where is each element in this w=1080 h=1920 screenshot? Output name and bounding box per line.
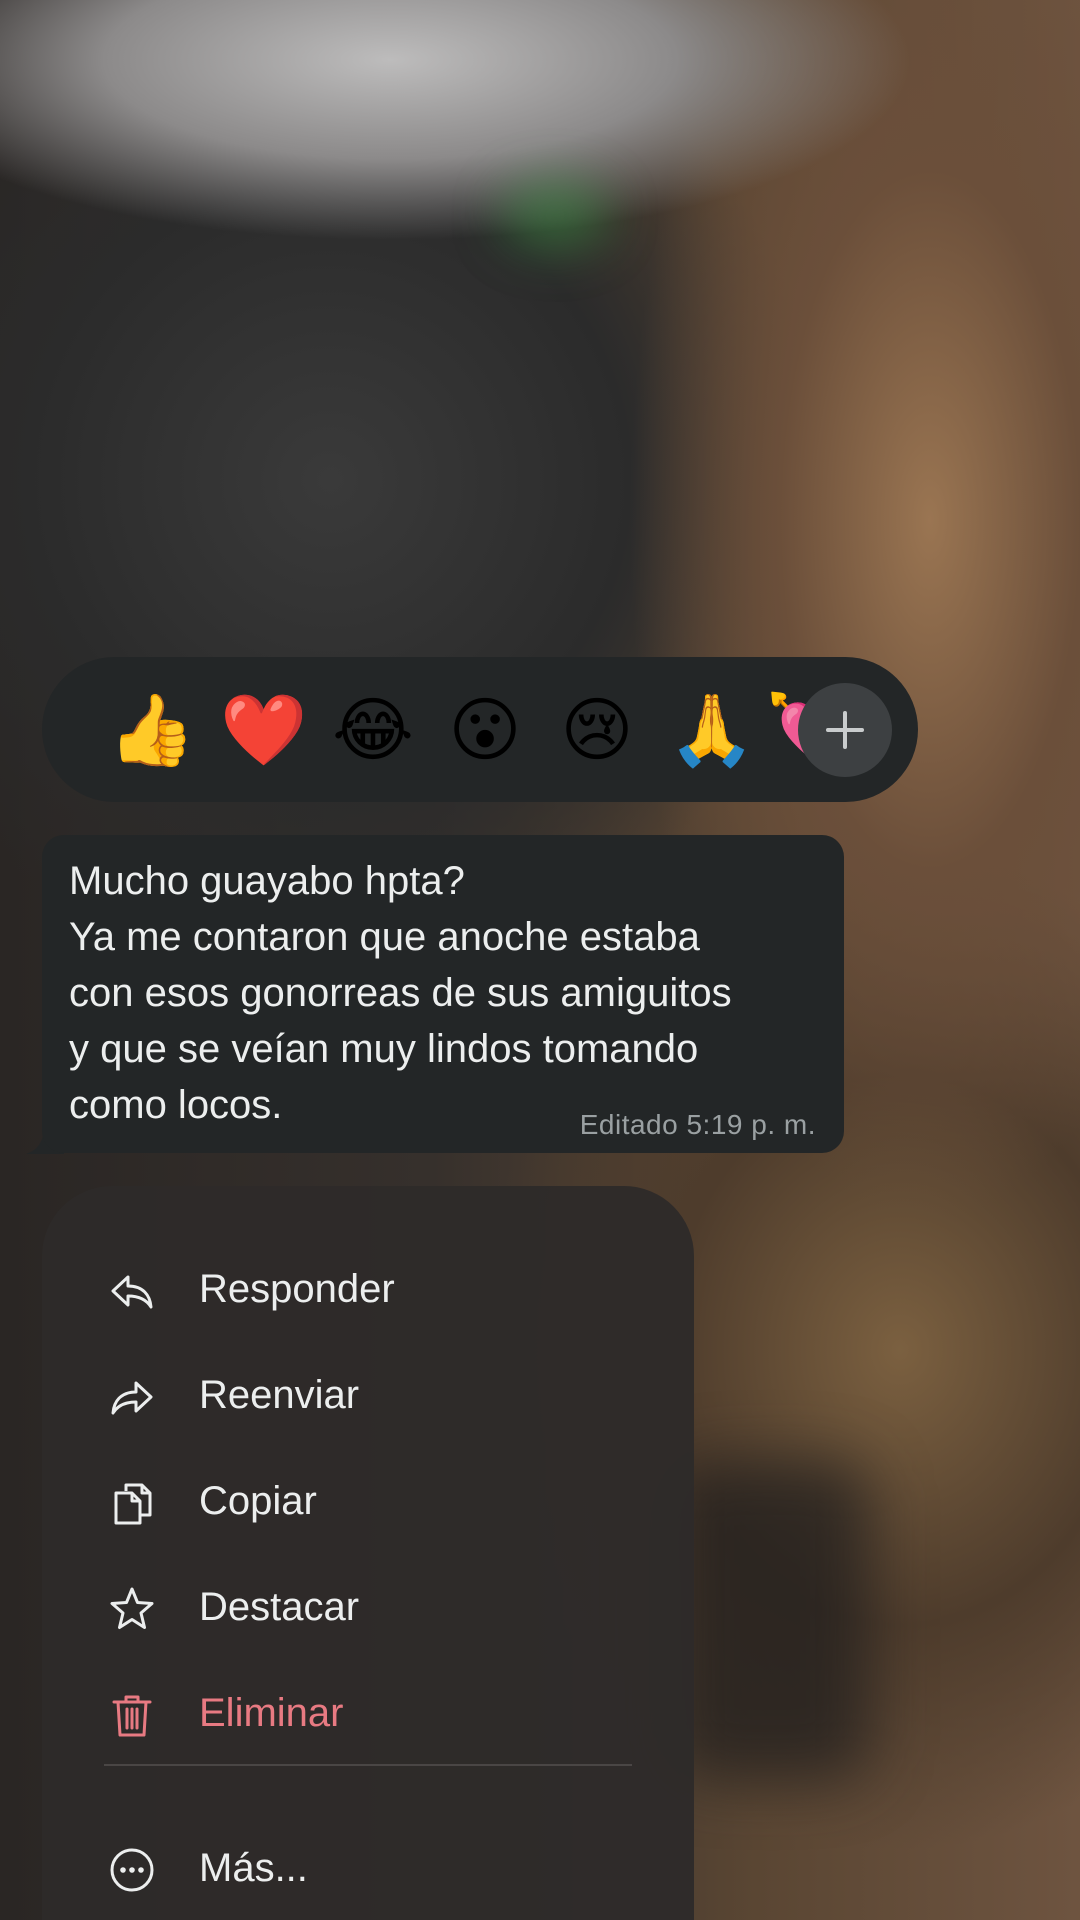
message-bubble: Mucho guayabo hpta? Ya me contaron que a… — [42, 835, 844, 1153]
background-blur-shape — [500, 180, 610, 250]
reaction-thumbs-up[interactable]: 👍 — [108, 689, 195, 771]
menu-item-label: Responder — [199, 1267, 395, 1311]
menu-divider — [104, 1764, 632, 1766]
message-time: 5:19 p. m. — [686, 1109, 816, 1140]
menu-item-reply[interactable]: Responder — [42, 1239, 694, 1339]
menu-item-label: Copiar — [199, 1479, 317, 1523]
message-text-line: y que se veían muy lindos tomando — [69, 1027, 699, 1071]
reaction-crying[interactable]: 😢 — [556, 689, 638, 771]
star-icon — [110, 1587, 154, 1629]
menu-item-more[interactable]: Más... — [42, 1818, 694, 1918]
menu-item-label: Destacar — [199, 1585, 360, 1629]
copy-icon — [114, 1483, 152, 1525]
reaction-laughing[interactable]: 😂 — [332, 689, 414, 771]
menu-item-forward[interactable]: Reenviar — [42, 1345, 694, 1445]
menu-item-label: Reenviar — [199, 1373, 360, 1417]
trash-icon — [112, 1695, 152, 1737]
message-context-menu: Responder Reenviar Copiar Destacar Elimi… — [42, 1186, 694, 1920]
background-blur-shape — [670, 1460, 870, 1780]
menu-item-label: Eliminar — [199, 1691, 344, 1735]
menu-item-label: Más... — [199, 1846, 308, 1890]
reaction-surprised[interactable]: 😮 — [444, 689, 526, 771]
edited-label: Editado — [579, 1109, 679, 1140]
message-text-line: Ya me contaron que anoche estaba — [69, 915, 700, 959]
reaction-bar: 👍 ❤️ 😂 😮 😢 🙏 💘 — [42, 657, 918, 802]
more-icon — [110, 1848, 154, 1892]
menu-item-copy[interactable]: Copiar — [42, 1451, 694, 1551]
message-text-line: Mucho guayabo hpta? — [69, 859, 465, 903]
reply-icon — [111, 1275, 153, 1309]
menu-item-star[interactable]: Destacar — [42, 1557, 694, 1657]
reaction-pray[interactable]: 🙏 — [668, 689, 755, 771]
reaction-heart[interactable]: ❤️ — [220, 689, 307, 771]
message-meta: Editado 5:19 p. m. — [580, 1109, 816, 1141]
message-text-line: con esos gonorreas de sus amiguitos — [69, 971, 732, 1015]
add-reaction-button[interactable] — [798, 683, 892, 777]
plus-icon — [826, 711, 864, 749]
forward-icon — [111, 1381, 153, 1415]
menu-item-delete[interactable]: Eliminar — [42, 1663, 694, 1763]
